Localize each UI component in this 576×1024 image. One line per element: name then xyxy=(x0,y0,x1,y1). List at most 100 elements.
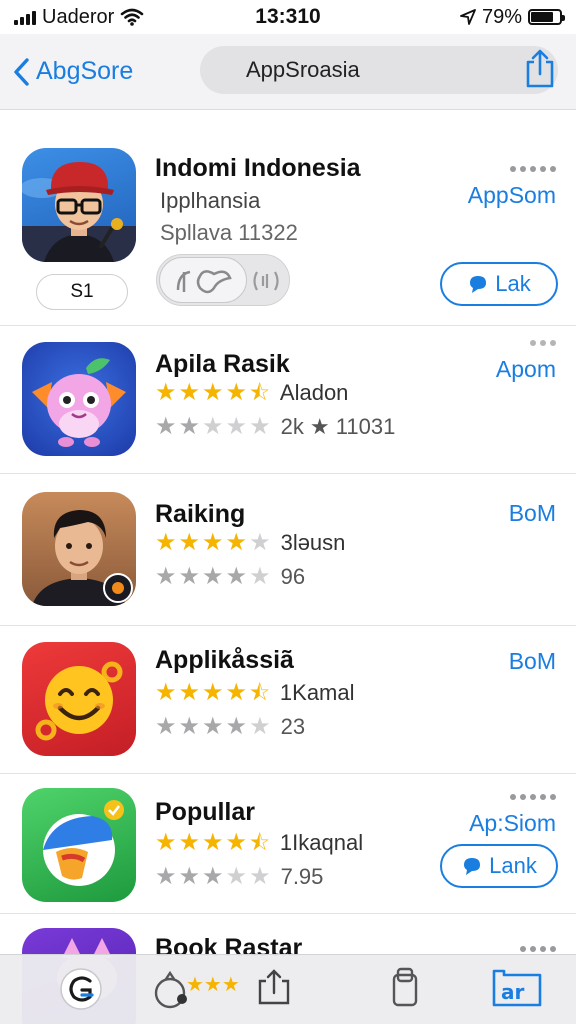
signal-icon xyxy=(14,9,36,25)
star-icon: ★ xyxy=(202,563,224,590)
arcade-icon xyxy=(392,967,418,1007)
svg-text:ar: ar xyxy=(501,980,524,1004)
app-name[interactable]: Apila Rasik xyxy=(155,350,290,379)
star-icon: ★ xyxy=(178,863,201,890)
app-action-link[interactable]: BoM xyxy=(509,648,556,675)
tab-today[interactable] xyxy=(56,965,106,1013)
star-icon: ★ xyxy=(155,563,177,590)
battery-icon xyxy=(528,9,565,25)
status-bar: Uaderor 13:310 79% xyxy=(0,0,576,34)
navigation-bar: AbgSore AppSroasia xyxy=(0,34,576,110)
review-stars: ★ ★ ★ ★ ★ 7.95 xyxy=(155,864,323,890)
tab-games[interactable]: ★★★ xyxy=(150,965,260,1013)
rating-label: Aladon xyxy=(279,380,349,405)
tab-search[interactable]: ar xyxy=(490,965,544,1013)
star-icon: ⯪ xyxy=(249,830,270,855)
preview-toggle[interactable] xyxy=(156,254,290,306)
status-left: Uaderor xyxy=(14,6,214,29)
star-icon: ★ xyxy=(202,829,224,856)
star-icon: ★ xyxy=(178,529,201,556)
search-field[interactable]: AppSroasia xyxy=(200,46,558,94)
more-dots-icon[interactable] xyxy=(530,340,556,346)
star-icon: ★ xyxy=(178,413,201,440)
star-icon: ★ xyxy=(249,863,271,890)
star-icon: ★ xyxy=(225,679,248,706)
app-row-raiking[interactable]: Raiking ★ ★ ★ ★ ★ 3ləusn ★ ★ ★ ★ ★ 96 BoM xyxy=(0,474,576,626)
app-icon-apila[interactable] xyxy=(22,342,136,456)
status-right: 79% xyxy=(362,6,565,29)
app-row-indomi[interactable]: S1 Indomi Indonesia Ipplhansia Spllava 1… xyxy=(0,110,576,326)
chat-bubble-icon xyxy=(470,276,487,293)
review-stars: ★ ★ ★ ★ ★ 2k ★ 11031 xyxy=(155,414,395,440)
tab-arcade[interactable] xyxy=(384,965,434,1013)
avatar-cap-glasses-icon xyxy=(22,162,136,262)
star-icon: ★ xyxy=(178,713,201,740)
star-icon: ★ xyxy=(225,529,248,556)
app-name[interactable]: Raiking xyxy=(155,500,245,529)
review-stars: ★ ★ ★ ★ ★ 23 xyxy=(155,714,305,740)
review-count: 7.95 xyxy=(280,864,324,889)
review-count: 23 xyxy=(280,714,306,739)
app-action-link[interactable]: Apom xyxy=(496,356,556,383)
app-name[interactable]: Indomi Indonesia xyxy=(155,154,361,183)
star-icon: ★ xyxy=(155,379,177,406)
star-icon: ★ xyxy=(225,829,248,856)
star-icon: ★ xyxy=(225,713,248,740)
app-icon-indomi[interactable] xyxy=(22,148,136,262)
app-name[interactable]: Applikåssiã xyxy=(155,646,294,675)
app-row-applikassia[interactable]: Applikåssiã ★ ★ ★ ★ ⯪ 1Kamal ★ ★ ★ ★ ★ 23 BoM xyxy=(0,626,576,774)
today-icon xyxy=(60,968,102,1010)
rating-stars: ★ ★ ★ ★ ★ 3ləusn xyxy=(155,530,345,556)
app-icon-raiking[interactable] xyxy=(22,492,136,606)
app-list: S1 Indomi Indonesia Ipplhansia Spllava 1… xyxy=(0,110,576,1024)
rank-badge-label: S1 xyxy=(70,281,94,302)
star-icon: ★ xyxy=(155,529,177,556)
app-name[interactable]: Popullar xyxy=(155,798,255,827)
search-field-text: AppSroasia xyxy=(246,57,360,82)
star-icon: ★ xyxy=(225,563,248,590)
star-icon: ★ xyxy=(178,829,201,856)
share-button[interactable] xyxy=(522,48,558,90)
app-row-popullar[interactable]: Popullar ★ ★ ★ ★ ⯪ 1Ikaqnal ★ ★ ★ ★ ★ 7.95 Ap:Siom… xyxy=(0,774,576,914)
review-count: 2k ★ 11031 xyxy=(280,414,396,439)
star-icon: ★ xyxy=(225,863,248,890)
star-icon: ★ xyxy=(249,529,271,556)
more-dots-icon[interactable] xyxy=(520,946,556,952)
star-icon: ★ xyxy=(225,413,248,440)
star-icon: ★ xyxy=(249,563,271,590)
apps-icon xyxy=(258,969,290,1005)
rating-stars: ★ ★ ★ ★ ⯪ 1Kamal xyxy=(155,680,355,706)
chevron-left-icon xyxy=(14,57,29,86)
more-dots-icon[interactable] xyxy=(510,166,556,172)
sound-wave-icon xyxy=(253,271,279,291)
get-button[interactable]: Lak xyxy=(440,262,558,306)
app-action-link[interactable]: AppSom xyxy=(468,182,556,209)
back-button[interactable]: AbgSore xyxy=(12,57,192,87)
star-icon: ★ xyxy=(178,679,201,706)
app-icon-popullar[interactable] xyxy=(22,788,136,902)
more-dots-icon[interactable] xyxy=(510,794,556,800)
review-stars: ★ ★ ★ ★ ★ 96 xyxy=(155,564,305,590)
star-icon: ★ xyxy=(202,413,224,440)
star-icon: ★ xyxy=(249,413,271,440)
get-button-label: Lak xyxy=(495,271,531,296)
star-icon: ⯪ xyxy=(249,680,270,705)
rating-stars: ★ ★ ★ ★ ⯪ 1Ikaqnal xyxy=(155,830,363,856)
chat-bubble-icon xyxy=(464,858,481,875)
star-icon: ★ xyxy=(178,563,201,590)
compass-cap-icon xyxy=(43,800,124,886)
app-action-link[interactable]: Ap:Siom xyxy=(469,810,556,837)
battery-level xyxy=(531,12,554,22)
toggle-knob xyxy=(159,257,247,303)
location-icon xyxy=(460,9,476,25)
avatar-man-icon xyxy=(32,510,133,606)
app-row-apila[interactable]: Apila Rasik ★ ★ ★ ★ ⯪ Aladon ★ ★ ★ ★ ★ 2k ★ 11031 … xyxy=(0,326,576,474)
games-icon: ★★★ xyxy=(154,970,240,1009)
app-action-link[interactable]: BoM xyxy=(509,500,556,527)
app-icon-applikassia[interactable] xyxy=(22,642,136,756)
get-button[interactable]: Lank xyxy=(440,844,558,888)
app-size: Spllava 11322 xyxy=(160,220,298,245)
tab-apps[interactable] xyxy=(254,965,304,1013)
back-label: AbgSore xyxy=(36,57,134,85)
review-count: 96 xyxy=(280,564,306,589)
